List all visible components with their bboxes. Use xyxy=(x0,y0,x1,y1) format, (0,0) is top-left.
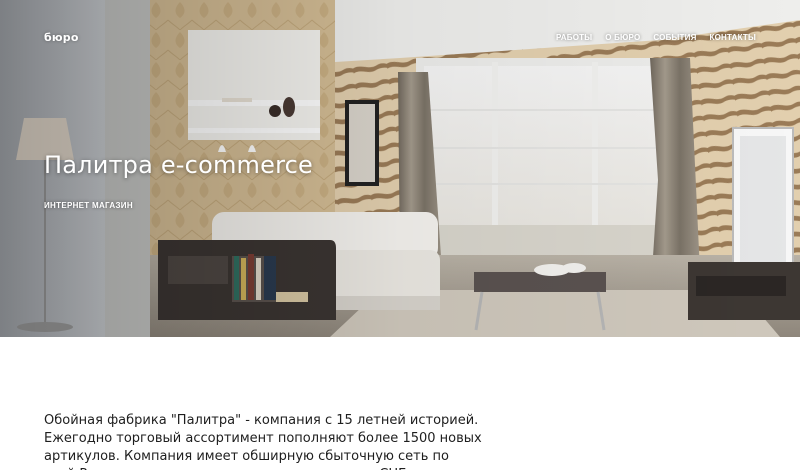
nav-item-works[interactable]: РАБОТЫ xyxy=(556,33,592,42)
description-text: Обойная фабрика "Палитра" - компания с 1… xyxy=(44,413,482,470)
page-subtitle: ИНТЕРНЕТ МАГАЗИН xyxy=(44,201,133,210)
page-title: Палитра e-commerce xyxy=(44,151,313,179)
nav-item-about[interactable]: О БЮРО xyxy=(605,33,640,42)
project-description: Обойная фабрика "Палитра" - компания с 1… xyxy=(44,412,484,470)
nav-item-events[interactable]: СОБЫТИЯ xyxy=(653,33,696,42)
nav-item-contacts[interactable]: КОНТАКТЫ xyxy=(710,33,756,42)
main-nav: РАБОТЫ О БЮРО СОБЫТИЯ КОНТАКТЫ xyxy=(556,33,756,42)
logo-link[interactable]: бюро xyxy=(44,31,79,44)
hero-banner: бюро РАБОТЫ О БЮРО СОБЫТИЯ КОНТАКТЫ Пали… xyxy=(0,0,800,337)
